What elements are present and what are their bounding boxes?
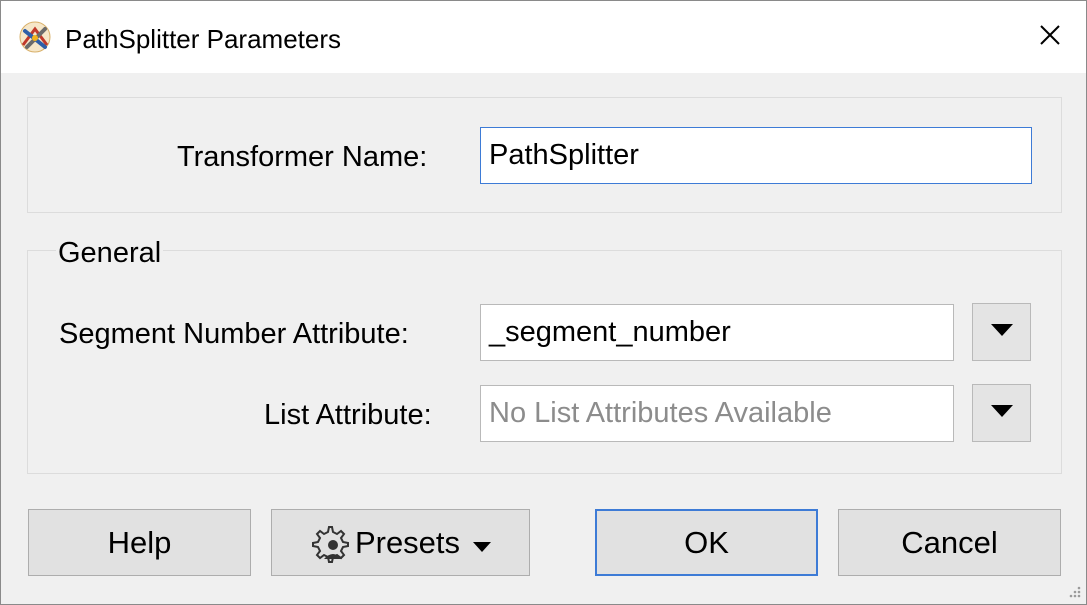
close-icon [1039,24,1061,51]
general-group-title: General [56,235,164,271]
ok-button[interactable]: OK [595,509,818,576]
dropdown-triangle-icon [990,404,1014,423]
dropdown-triangle-icon [990,323,1014,342]
cancel-button[interactable]: Cancel [838,509,1061,576]
segment-number-dropdown-button[interactable] [972,303,1031,361]
presets-button[interactable]: Presets [271,509,530,576]
cancel-button-label: Cancel [901,524,998,560]
chevron-down-icon [472,525,492,561]
window-title: PathSplitter Parameters [65,24,342,54]
presets-button-label: Presets [354,524,461,560]
list-attribute-input[interactable]: No List Attributes Available [480,385,954,442]
segment-number-label: Segment Number Attribute: [59,318,409,350]
ok-button-label: OK [684,524,729,560]
dialog-window: PathSplitter Parameters Transformer Name… [0,0,1087,605]
segment-number-input[interactable]: _segment_number [480,304,954,361]
help-button-label: Help [107,524,172,560]
title-bar[interactable]: PathSplitter Parameters [1,1,1086,73]
presets-gear-icon [309,523,349,563]
close-button[interactable] [1014,1,1086,73]
transformer-name-input[interactable]: PathSplitter [480,127,1032,184]
help-button[interactable]: Help [28,509,251,576]
transformer-name-label: Transformer Name: [177,141,428,173]
list-attribute-dropdown-button[interactable] [972,384,1031,442]
transformer-app-icon [17,19,53,55]
list-attribute-label: List Attribute: [264,399,432,431]
resize-grip-icon[interactable] [1066,584,1082,600]
